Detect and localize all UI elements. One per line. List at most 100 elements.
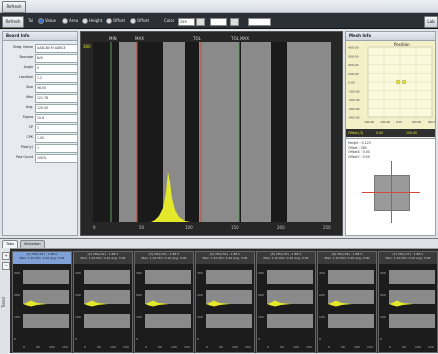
color-swatch[interactable] [196, 18, 205, 26]
y-tick-label: 100 [14, 315, 20, 319]
x-tick-label: 150 [245, 345, 251, 349]
color-input[interactable]: 255 [178, 18, 195, 26]
x-tick-label: 100 [110, 345, 116, 349]
y-tick-label: 0 [258, 337, 260, 341]
radio-label: Offset [137, 18, 150, 23]
band [23, 270, 69, 284]
board-info-value[interactable]: 10.6 [35, 114, 78, 123]
band [199, 42, 239, 222]
trend-section: Tabs Selection + − Trend [1] Vth(ch1) : … [0, 238, 438, 354]
trend-chart[interactable]: [4] Vth(ch4) : 1.88 V Max: 1.10 Min: 0.10… [195, 251, 255, 353]
y-tick-label: 200 [14, 293, 20, 297]
plot-title: Position [394, 42, 410, 47]
board-info-value[interactable]: 1.00 [35, 134, 78, 143]
detail-line: OffsetX : 0.00 [348, 150, 370, 154]
view-button[interactable]: Refresh [2, 16, 24, 28]
board-info-value[interactable]: 0 [35, 64, 78, 73]
trend-chart[interactable]: [5] Vth(ch5) : 1.88 V Max: 1.10 Min: 0.10… [256, 251, 316, 353]
x-tick-label: 50 [139, 225, 145, 230]
y-tick-label: 100 [136, 315, 142, 319]
radio-offset[interactable]: Offset [106, 18, 125, 24]
title-bar: Refresh [0, 0, 438, 13]
color-label: Color [164, 18, 175, 23]
trend-plot: 300 200 100 0 0 50 100 150 [75, 270, 130, 349]
x-tick-label: 50 [219, 345, 223, 349]
x-tick-label: 100 [171, 345, 177, 349]
trend-chart[interactable]: [2] Vth(ch2) : 1.88 V Max: 1.10 Min: 0.10… [73, 251, 133, 353]
y-tick-label: 0 [319, 337, 321, 341]
band [287, 42, 331, 222]
board-info-row: Angle 0 [3, 64, 79, 73]
band [389, 270, 435, 284]
band [145, 270, 191, 284]
x-tick-label: 150 [367, 345, 373, 349]
x-tick-label: 0 [389, 345, 391, 349]
trend-chart[interactable]: [6] Vth(ch6) : 1.88 V Max: 1.10 Min: 0.10… [317, 251, 377, 353]
y-tick-label: -300.00 [348, 107, 360, 111]
y-tick-label: -100.00 [348, 89, 360, 93]
trend-chart-header: [5] Vth(ch5) : 1.88 V Max: 1.10 Min: 0.10… [257, 252, 315, 264]
trend-chart-stats: Max: 1.10 Min: 0.10 Avg: 3.00 [385, 256, 431, 260]
band [267, 270, 313, 284]
y-tick-label: 0 [380, 337, 382, 341]
board-info-value[interactable]: AA8CB0 M ADBCE [35, 44, 78, 53]
board-info-value[interactable]: 1 [35, 124, 78, 133]
band [119, 42, 137, 222]
radio-label: Value [45, 18, 56, 23]
range-input[interactable] [210, 18, 227, 26]
y-tick-label: 200 [197, 293, 203, 297]
board-info-value[interactable]: 1.2 [35, 74, 78, 83]
board-info-value[interactable]: 100% [35, 154, 78, 163]
x-tick-label: -200.00 [380, 120, 390, 124]
trend-chart-stats: Max: 1.10 Min: 0.10 Avg: 3.00 [80, 256, 126, 260]
mesh-info-title: Mesh Info [346, 32, 435, 41]
y-tick-label: 100 [197, 315, 203, 319]
trend-plot: 300 200 100 0 0 50 100 150 [258, 270, 313, 349]
tab-selection[interactable]: Selection [20, 240, 45, 248]
band [84, 314, 130, 328]
lab-button[interactable]: Lab [424, 16, 438, 28]
y-tick-label: 200 [319, 293, 325, 297]
position-point [395, 79, 401, 85]
legend-value: 100.00 [406, 131, 418, 135]
extra-input[interactable] [248, 18, 271, 26]
radio-offset-2[interactable]: Offset [130, 18, 149, 24]
refresh-button[interactable]: Refresh [2, 1, 26, 13]
trend-chart-header: [7] Vth(ch7) : 1.88 V Max: 1.10 Min: 0.10… [379, 252, 437, 264]
trend-plot: 300 200 100 0 0 50 100 150 [380, 270, 435, 349]
x-tick-label: 100 [49, 345, 55, 349]
y-tick-label: 200.00 [348, 63, 359, 67]
y-axis-label: 300 [83, 44, 91, 49]
trend-chart-header: [3] Vth(ch3) : 1.88 V Max: 1.10 Min: 0.10… [135, 252, 193, 264]
tab-strip: Tabs Selection [0, 239, 438, 249]
board-info-value[interactable]: 120.00 [35, 104, 78, 113]
x-tick-label: 0 [23, 345, 25, 349]
x-tick-label: 0.00 [396, 120, 402, 124]
zoom-in-icon[interactable]: + [2, 252, 10, 260]
range-swatch[interactable] [230, 18, 239, 26]
trend-chart[interactable]: [7] Vth(ch7) : 1.88 V Max: 1.10 Min: 0.10… [378, 251, 438, 353]
trend-chart-header: [6] Vth(ch6) : 1.88 V Max: 1.10 Min: 0.10… [318, 252, 376, 264]
y-tick-label: 100 [258, 315, 264, 319]
radio-area[interactable]: Area [62, 18, 78, 24]
trend-chart[interactable]: [3] Vth(ch3) : 1.88 V Max: 1.10 Min: 0.10… [134, 251, 194, 353]
board-info-value[interactable]: 121.78 [35, 94, 78, 103]
zoom-out-icon[interactable]: − [2, 262, 10, 270]
radio-height[interactable]: Height [82, 18, 102, 24]
board-info-label: CPK [26, 135, 33, 139]
tab-tabs[interactable]: Tabs [2, 240, 18, 248]
x-tick-label: 0 [328, 345, 330, 349]
trend-chart[interactable]: [1] Vth(ch1) : 1.88 V Max: 1.10 Min: 0.10… [12, 251, 72, 353]
trend-plot: 300 200 100 0 0 50 100 150 [319, 270, 374, 349]
radio-label: Offset [113, 18, 126, 23]
trend-chart-header: [1] Vth(ch1) : 1.88 V Max: 1.10 Min: 0.10… [13, 252, 71, 264]
board-info-title: Board Info [3, 32, 77, 41]
position-point [401, 79, 407, 85]
board-info-value[interactable]: N/A [35, 54, 78, 63]
y-tick-label: 300 [319, 271, 325, 275]
board-info-label: Angle [23, 65, 33, 69]
board-info-value[interactable]: 56.00 [35, 84, 78, 93]
x-tick-label: -400.00 [364, 120, 374, 124]
radio-value[interactable]: Value [38, 18, 56, 24]
board-info-value[interactable]: 1 [35, 144, 78, 153]
